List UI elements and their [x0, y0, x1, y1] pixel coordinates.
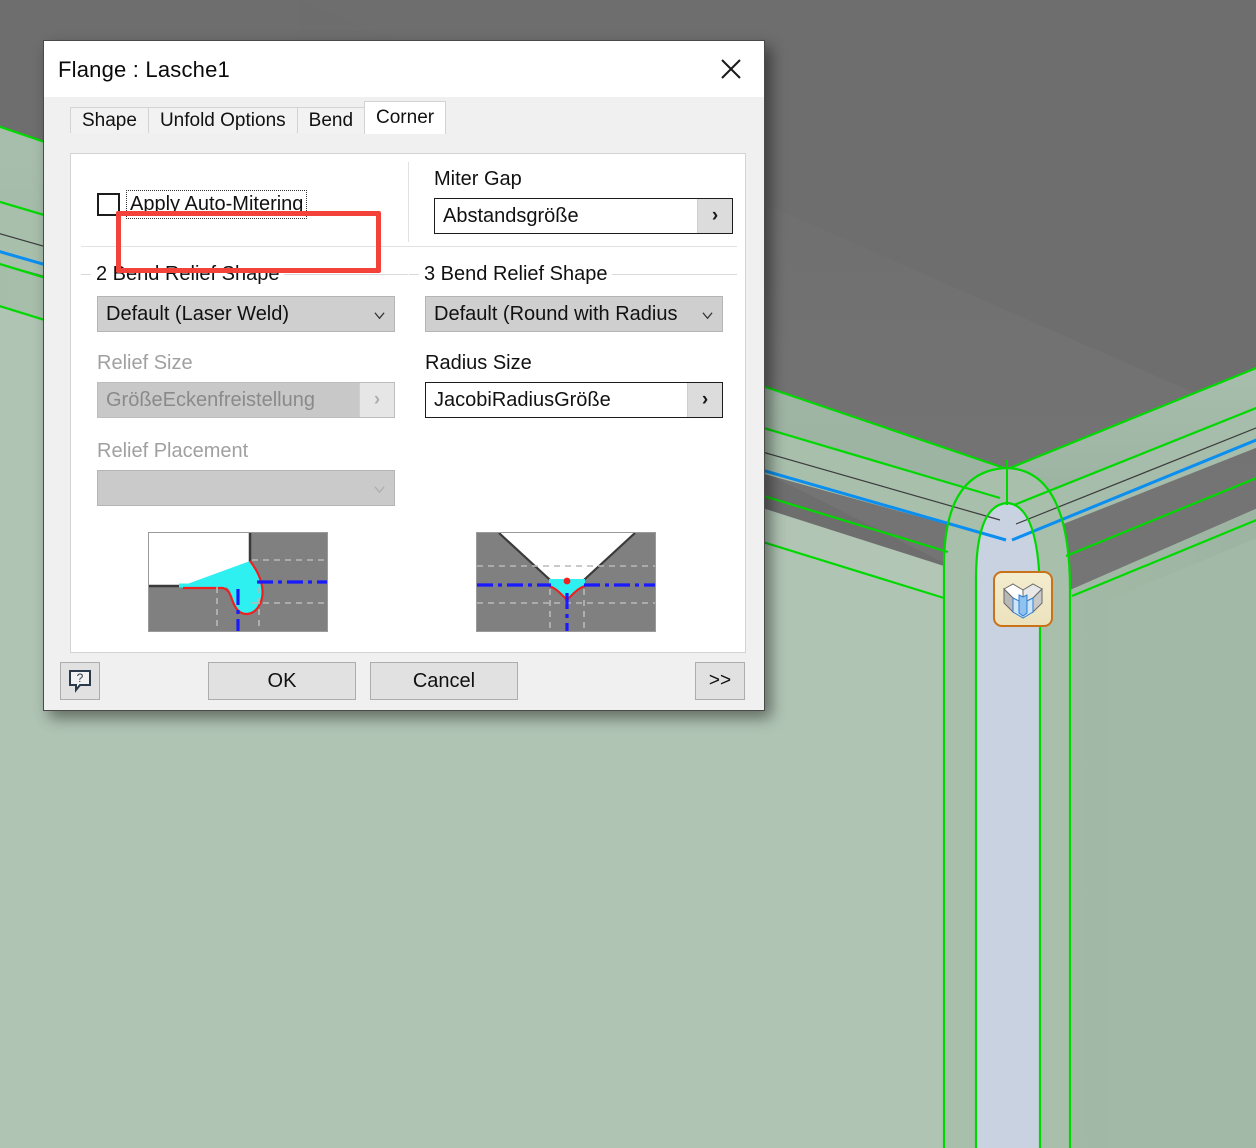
chevron-down-icon — [374, 312, 385, 320]
radius-size-value: JacobiRadiusGröße — [434, 388, 611, 411]
help-button[interactable]: ? — [60, 662, 100, 700]
tab-bend[interactable]: Bend — [296, 107, 366, 133]
bend3-shape-combo[interactable]: Default (Round with Radius — [425, 296, 723, 332]
relief-size-field: GrößeEckenfreistellung › — [97, 382, 395, 418]
dialog-footer: ? OK Cancel >> — [44, 653, 764, 710]
dialog-titlebar: Flange : Lasche1 — [44, 41, 764, 97]
bend3-shape-value: Default (Round with Radius — [434, 302, 678, 325]
bend2-group-title: 2 Bend Relief Shape — [91, 263, 285, 286]
relief-size-label: Relief Size — [97, 352, 193, 374]
radius-size-expand-icon[interactable]: › — [687, 383, 722, 417]
tab-strip: Shape Unfold Options Bend Corner — [44, 97, 764, 134]
radius-size-label: Radius Size — [425, 352, 532, 374]
relief-placement-combo — [97, 470, 395, 506]
laser-weld-relief-image — [149, 533, 327, 631]
close-glyph — [721, 59, 741, 79]
svg-text:?: ? — [77, 671, 84, 685]
corner-tab-panel: Apply Auto-Mitering Miter Gap Abstandsgr… — [70, 153, 746, 653]
laser-weld-relief-preview — [148, 532, 328, 632]
tab-corner[interactable]: Corner — [364, 101, 447, 134]
bend3-group-title: 3 Bend Relief Shape — [419, 263, 613, 286]
bend3-group: 3 Bend Relief Shape Default (Round with … — [409, 263, 737, 644]
miter-gap-label: Miter Gap — [434, 168, 522, 190]
round-radius-relief-preview — [476, 532, 656, 632]
tab-unfold-options[interactable]: Unfold Options — [147, 107, 298, 133]
section-divider — [81, 246, 737, 247]
round-radius-relief-image — [477, 533, 655, 631]
apply-auto-mitering-label: Apply Auto-Mitering — [126, 190, 308, 219]
bend2-group: 2 Bend Relief Shape Default (Laser Weld)… — [81, 263, 408, 644]
relief-size-expand-icon: › — [359, 383, 394, 417]
bend2-shape-combo[interactable]: Default (Laser Weld) — [97, 296, 395, 332]
top-row: Apply Auto-Mitering Miter Gap Abstandsgr… — [71, 154, 745, 246]
help-icon: ? — [69, 670, 91, 693]
checkbox-box[interactable] — [97, 193, 120, 216]
cancel-button[interactable]: Cancel — [370, 662, 518, 700]
ok-button[interactable]: OK — [208, 662, 356, 700]
corner-relief-badge[interactable] — [993, 571, 1053, 627]
tab-shape[interactable]: Shape — [70, 107, 149, 133]
relief-size-value: GrößeEckenfreistellung — [98, 383, 359, 417]
relief-placement-label: Relief Placement — [97, 440, 249, 462]
dialog-title: Flange : Lasche1 — [58, 57, 230, 82]
bend2-shape-value: Default (Laser Weld) — [106, 302, 290, 325]
close-icon[interactable] — [708, 51, 754, 87]
top-row-divider — [408, 162, 409, 242]
flange-dialog[interactable]: Flange : Lasche1 Shape Unfold Options Be… — [43, 40, 765, 711]
miter-gap-expand-icon[interactable]: › — [697, 199, 732, 233]
corner-relief-icon — [1003, 583, 1043, 619]
chevron-down-icon — [374, 486, 385, 494]
radius-size-field[interactable]: JacobiRadiusGröße › — [425, 382, 723, 418]
expand-more-button[interactable]: >> — [695, 662, 745, 700]
miter-gap-value: Abstandsgröße — [443, 204, 579, 227]
apply-auto-mitering-checkbox[interactable]: Apply Auto-Mitering — [97, 190, 308, 219]
chevron-down-icon — [702, 312, 713, 320]
miter-gap-field[interactable]: Abstandsgröße › — [434, 198, 733, 234]
